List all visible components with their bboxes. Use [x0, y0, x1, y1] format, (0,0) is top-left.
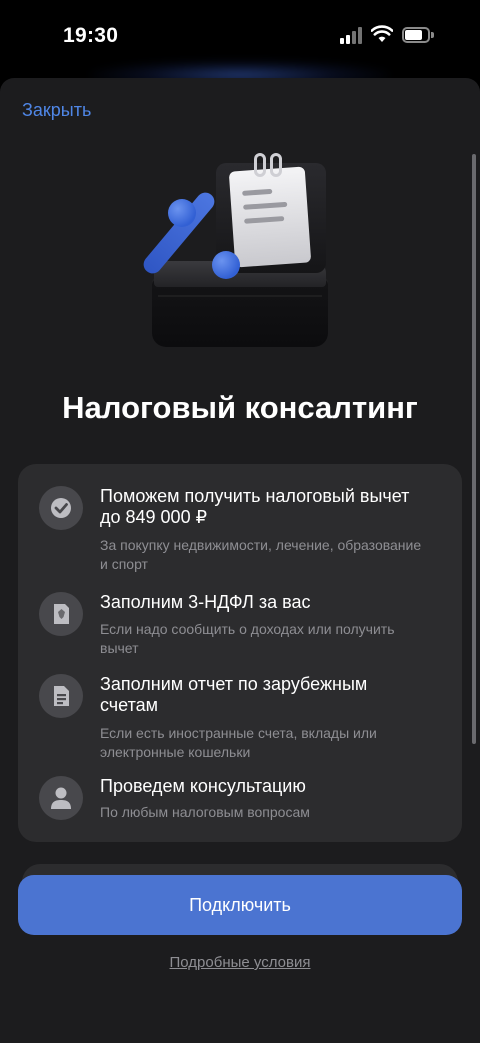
page-title: Налоговый консалтинг	[62, 390, 418, 425]
scrollbar[interactable]	[472, 154, 476, 744]
status-time: 19:30	[63, 24, 119, 47]
feature-title: Заполним отчет по зарубежным счетам	[100, 674, 368, 715]
checkmark-icon	[39, 486, 83, 530]
consultant-person-icon	[39, 776, 83, 820]
screen: 19:30 Закрыть Налоговый консалтинг Помож…	[0, 0, 480, 1043]
feature-subtitle: Если есть иностранные счета, вклады или …	[100, 725, 377, 760]
close-button[interactable]: Закрыть	[22, 100, 91, 121]
document-lines-icon	[39, 674, 83, 718]
emblem-document-icon	[39, 592, 83, 636]
percent-clipboard-icon	[139, 153, 332, 353]
feature-subtitle: По любым налоговым вопросам	[100, 804, 310, 820]
cellular-signal-icon	[340, 27, 366, 44]
features-card: Поможем получить налоговый вычет до 849 …	[18, 464, 462, 842]
wifi-icon	[371, 25, 393, 42]
feature-title: Поможем получить налоговый вычет до 849 …	[100, 486, 410, 527]
battery-icon	[402, 27, 434, 43]
connect-button[interactable]: Подключить	[18, 875, 462, 935]
terms-link[interactable]: Подробные условия	[0, 954, 480, 971]
feature-title: Заполним 3-НДФЛ за вас	[100, 592, 311, 612]
feature-subtitle: За покупку недвижимости, лечение, образо…	[100, 537, 422, 572]
feature-subtitle: Если надо сообщить о доходах или получит…	[100, 621, 395, 656]
bottom-sheet: Закрыть Налоговый консалтинг Поможем пол…	[0, 78, 480, 1043]
feature-title: Проведем консультацию	[100, 776, 306, 796]
